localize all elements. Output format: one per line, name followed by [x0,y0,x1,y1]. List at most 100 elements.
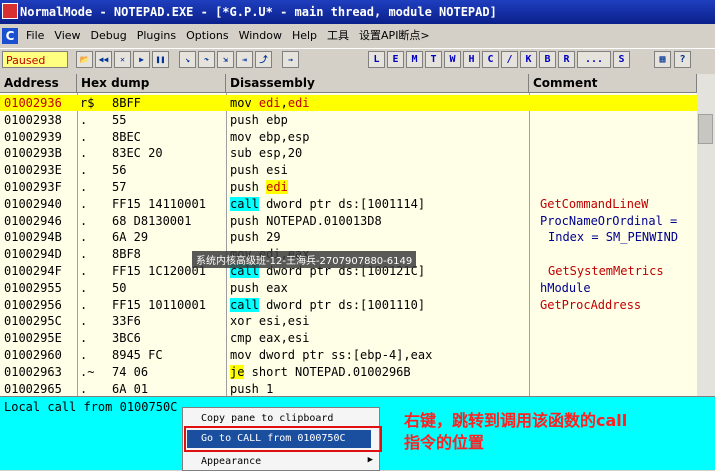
toolbar-letter-11[interactable]: ... [577,51,611,68]
header-disassembly[interactable]: Disassembly [226,74,529,93]
address-cell: 0100295C [4,314,62,329]
table-row[interactable]: 0100293E. 56 push esi [0,162,697,178]
annotation-line-2: 指令的位置 [404,433,485,452]
toolbar-letter-2[interactable]: M [406,51,423,68]
table-row[interactable]: 01002939. 8BEC mov ebp,esp [0,129,697,145]
hex-cell: 8945 FC [112,348,163,362]
row-marker: . [80,381,88,396]
menu-item-3[interactable]: Plugins [137,25,176,47]
cpu-window-icon[interactable]: C [2,28,18,44]
hex-cell: 8BF8 [112,247,141,262]
rewind-icon[interactable]: ◀◀ [95,51,112,68]
close-icon[interactable]: ✕ [114,51,131,68]
menu-item-appearance[interactable]: Appearance [187,453,371,471]
table-row[interactable]: 01002965. 6A 01 push 1 [0,381,697,396]
toolbar-letter-10[interactable]: R [558,51,575,68]
menu-item-7[interactable]: 工具 [327,25,349,47]
hex-cell: 83EC 20 [112,146,163,161]
toolbar-letter-12[interactable]: S [613,51,630,68]
toolbar-letter-6[interactable]: C [482,51,499,68]
grid-icon[interactable]: ▦ [654,51,671,68]
mnemonic: cmp [230,331,252,346]
row-marker: . [80,264,88,278]
trace-over-icon[interactable]: ⇥ [236,51,253,68]
toolbar-letter-1[interactable]: E [387,51,404,68]
menu-item-0[interactable]: File [26,25,44,47]
disassembly-cell: push NOTEPAD.010013D8 [230,213,382,228]
goto-icon[interactable]: → [282,51,299,68]
mnemonic: push [230,163,259,178]
table-row[interactable]: 01002955. 50 push eax hModule [0,280,697,296]
row-marker: r$ [80,96,95,110]
toolbar-letter-0[interactable]: L [368,51,385,68]
menu-item-2[interactable]: Debug [91,25,127,47]
header-hex-dump[interactable]: Hex dump [77,74,226,93]
toolbar-letter-3[interactable]: T [425,51,442,68]
hex-cell: 6A 01 [112,381,149,396]
toolbar-letter-5[interactable]: H [463,51,480,68]
mnemonic: push [230,213,259,228]
toolbar-letter-4[interactable]: W [444,51,461,68]
header-address[interactable]: Address [0,74,77,93]
toolbar-letter-8[interactable]: K [520,51,537,68]
vertical-scrollbar[interactable] [697,74,715,396]
help-icon[interactable]: ? [674,51,691,68]
toolbar-letter-9[interactable]: B [539,51,556,68]
table-row[interactable]: 0100294B. 6A 29 push 29 Index = SM_PENWIND [0,229,697,245]
scroll-thumb[interactable] [698,114,713,144]
mnemonic: call [230,196,259,211]
annotation-line-1: 右键，跳转到调用该函数的call [404,411,628,430]
row-marker: .~ [80,364,95,379]
address-cell: 01002939 [4,129,62,144]
row-marker: . [80,196,88,211]
hex-cell: 56 [112,163,127,178]
table-row[interactable]: 01002956. FF15 10110001 call dword ptr ds:… [0,297,697,313]
app-icon[interactable] [2,3,18,19]
table-row[interactable]: 01002936 r$ 8BFF mov edi,edi [0,95,697,111]
mnemonic: mov [230,96,252,110]
step-over-icon[interactable]: ↷ [198,51,215,68]
hex-cell: 74 06 [112,364,149,379]
toolbar-letter-7[interactable]: / [501,51,518,68]
table-row[interactable]: 0100293B. 83EC 20 sub esp,20 [0,145,697,161]
row-marker: . [80,280,88,295]
execute-till-return-icon[interactable]: ⤴ [255,51,272,68]
row-marker: . [80,129,88,144]
disassembly-cell: push 29 [230,230,281,245]
address-cell: 01002955 [4,280,62,295]
hex-cell: 3BC6 [112,331,141,346]
disassembly-cell: mov dword ptr ss:[ebp-4],eax [230,348,433,362]
table-row[interactable]: 0100295C. 33F6 xor esi,esi [0,313,697,329]
menu-item-5[interactable]: Window [239,25,282,47]
table-row[interactable]: 0100295E. 3BC6 cmp eax,esi [0,330,697,346]
table-row[interactable]: 0100293F. 57 push edi [0,179,697,195]
disassembly-grid[interactable]: 01002936 r$ 8BFF mov edi,edi 01002938. 55 push… [0,93,697,396]
menu-item-6[interactable]: Help [292,25,317,47]
table-row[interactable]: 01002960. 8945 FC mov dword ptr ss:[ebp-4]… [0,347,697,363]
mnemonic: xor [230,314,252,329]
menu-item-4[interactable]: Options [186,25,228,47]
comment-cell: GetSystemMetrics [548,264,664,278]
menu-item-8[interactable]: 设置API断点> [359,25,430,47]
info-text: Local call from 0100750C [4,400,178,414]
address-cell: 01002965 [4,381,62,396]
trace-into-icon[interactable]: ⇲ [217,51,234,68]
disassembly-cell: mov ebp,esp [230,129,310,144]
table-row[interactable]: 01002963 .~ 74 06 je short NOTEPAD.0100296B [0,364,697,380]
table-row[interactable]: 01002938. 55 push ebp [0,112,697,128]
open-icon[interactable]: 📂 [76,51,93,68]
step-into-icon[interactable]: ↘ [179,51,196,68]
table-row[interactable]: 01002946. 68 D8130001 push NOTEPAD.010013D… [0,213,697,229]
hex-cell: 55 [112,112,127,127]
table-row[interactable]: 01002940. FF15 14110001 call dword ptr ds:… [0,196,697,212]
row-marker: . [80,230,88,245]
header-comment[interactable]: Comment [529,74,697,93]
disassembly-cell: call dword ptr ds:[1001114] [230,196,426,211]
mnemonic: push [230,280,259,295]
column-headers: Address Hex dump Disassembly Comment [0,74,697,93]
menu-item-1[interactable]: View [54,25,80,47]
run-icon[interactable]: ▶ [133,51,150,68]
address-cell: 01002940 [4,196,62,211]
address-cell: 0100295E [4,331,62,346]
pause-icon[interactable]: ❚❚ [152,51,169,68]
